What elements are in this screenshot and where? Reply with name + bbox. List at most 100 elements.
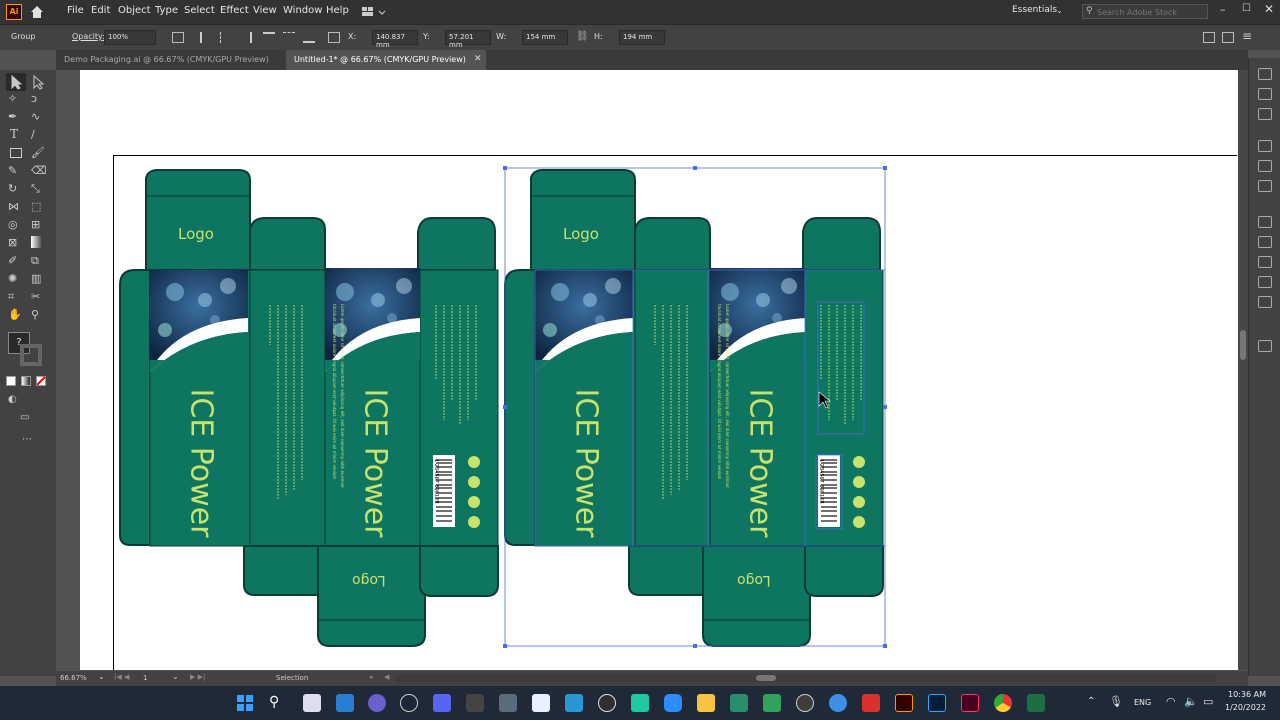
menu-select[interactable]: Select	[184, 5, 215, 16]
align-center-icon[interactable]	[220, 32, 232, 43]
color-mode-buttons[interactable]	[6, 376, 50, 388]
type-tool-icon[interactable]: T	[10, 127, 26, 143]
vertical-scrollbar[interactable]	[1238, 70, 1248, 670]
indesign-icon[interactable]	[961, 694, 979, 712]
curvature-tool-icon[interactable]: ∿	[31, 110, 47, 126]
shaper-tool-icon[interactable]: ✎	[8, 164, 24, 180]
free-transform-tool-icon[interactable]: ⬚	[31, 200, 47, 216]
menu-lines-icon[interactable]: ≡	[1242, 29, 1252, 43]
language-indicator[interactable]: ENG	[1134, 698, 1151, 707]
arrange-documents-icon[interactable]	[362, 6, 386, 18]
scale-tool-icon[interactable]: ⤡	[31, 182, 47, 198]
arrange-panel-icon[interactable]	[1222, 32, 1234, 43]
align-right-icon[interactable]	[240, 32, 252, 43]
swatches-panel-icon[interactable]	[1258, 160, 1272, 172]
excel-icon[interactable]	[1027, 694, 1045, 712]
chevron-down-icon[interactable]: ⌄	[98, 672, 105, 681]
next-artboard-icon[interactable]: ▶ ▶|	[190, 673, 205, 681]
canvas-area[interactable]: Logo Logo ICE Power ICE Power Lorem ipsu…	[56, 70, 1248, 670]
close-icon[interactable]: ✕	[1264, 2, 1274, 16]
store-icon[interactable]	[532, 694, 550, 712]
hand-tool-icon[interactable]: ✋	[8, 308, 24, 324]
paintbrush-tool-icon[interactable]: 🖌	[31, 146, 47, 162]
opacity-field[interactable]: 100%	[104, 30, 156, 45]
eraser-tool-icon[interactable]: ⌫	[31, 164, 47, 180]
line-tool-icon[interactable]: /	[31, 128, 47, 144]
properties-panel-icon[interactable]	[1258, 68, 1272, 80]
wifi-icon[interactable]: ◠	[1166, 695, 1176, 708]
opacity-label[interactable]: Opacity:	[72, 32, 105, 41]
perspective-grid-tool-icon[interactable]: ⊞	[31, 218, 47, 234]
stock-search-input[interactable]	[1097, 6, 1205, 18]
y-field[interactable]: 57.201 mm	[445, 30, 491, 49]
wave-app-icon[interactable]	[565, 694, 583, 712]
align-middle-icon[interactable]	[283, 32, 295, 43]
align-top-icon[interactable]	[263, 32, 275, 43]
brushes-panel-icon[interactable]	[1258, 180, 1272, 192]
symbols-panel-icon[interactable]	[1258, 216, 1272, 228]
clock-date[interactable]: 1/20/2022	[1225, 703, 1266, 712]
stroke-panel-icon[interactable]	[1258, 236, 1272, 248]
align-left-icon[interactable]	[200, 32, 212, 43]
discord-icon[interactable]	[433, 694, 451, 712]
zoom-app-icon[interactable]	[664, 694, 682, 712]
menu-file[interactable]: File	[67, 5, 84, 16]
zoom-level[interactable]: 66.67%	[60, 674, 87, 682]
steam-icon[interactable]	[400, 694, 418, 712]
mesh-tool-icon[interactable]: ⊠	[8, 236, 24, 252]
chromium-icon[interactable]	[829, 694, 847, 712]
gradient-panel-icon[interactable]	[1258, 256, 1272, 268]
panel-options-icon[interactable]	[1203, 32, 1215, 43]
magic-wand-tool-icon[interactable]: ✧	[8, 92, 24, 108]
play-icon[interactable]: ▸	[370, 673, 374, 681]
clock-time[interactable]: 10:36 AM	[1228, 690, 1266, 699]
gamepad-icon[interactable]	[466, 694, 484, 712]
chrome-icon[interactable]	[994, 694, 1012, 712]
pdf-app-icon[interactable]	[862, 694, 880, 712]
menu-help[interactable]: Help	[326, 5, 349, 16]
link-dimensions-icon[interactable]: ⛓	[576, 31, 589, 42]
illustrator-taskbar-icon[interactable]	[895, 694, 913, 712]
windows-start-icon[interactable]	[236, 694, 254, 712]
first-artboard-icon[interactable]: |◀ ◀	[114, 673, 129, 681]
edit-toolbar-icon[interactable]: ⋯	[22, 434, 38, 450]
recolor-icon[interactable]	[172, 32, 184, 43]
chevron-up-icon[interactable]: ⌃	[1087, 696, 1095, 707]
artboard-number[interactable]: 1	[143, 674, 147, 682]
draw-mode-icon[interactable]: ◐	[8, 394, 24, 410]
minimize-icon[interactable]: –	[1220, 3, 1226, 16]
camtasia-3-icon[interactable]	[763, 694, 781, 712]
menu-type[interactable]: Type	[155, 5, 178, 16]
home-icon[interactable]	[30, 5, 44, 19]
status-scroll-left-icon[interactable]: ◀	[384, 673, 389, 681]
color-panel-icon[interactable]	[1258, 140, 1272, 152]
obs-icon[interactable]	[598, 694, 616, 712]
zoom-tool-icon[interactable]: ⚲	[31, 308, 47, 324]
menu-window[interactable]: Window	[283, 5, 322, 16]
transform-icon[interactable]	[328, 32, 340, 43]
browser-icon[interactable]	[796, 694, 814, 712]
photoshop-icon[interactable]	[928, 694, 946, 712]
appearance-panel-icon[interactable]	[1258, 296, 1272, 308]
search-icon[interactable]: ⚲	[269, 694, 287, 712]
width-tool-icon[interactable]: ⋈	[8, 200, 24, 216]
widgets-icon[interactable]	[336, 694, 354, 712]
fill-stroke-swatch[interactable]: ?	[8, 332, 44, 366]
rectangle-tool-icon[interactable]	[10, 148, 22, 158]
horizontal-scrollbar[interactable]	[396, 674, 1216, 682]
rotate-tool-icon[interactable]: ↻	[8, 182, 24, 198]
volume-icon[interactable]: 🔈	[1184, 695, 1198, 708]
task-view-icon[interactable]	[303, 694, 321, 712]
tab-untitled-1[interactable]: Untitled-1* @ 66.67% (CMYK/GPU Preview)	[286, 50, 486, 70]
libraries-panel-icon[interactable]	[1258, 108, 1272, 120]
tab-demo-packaging[interactable]: Demo Packaging.ai @ 66.67% (CMYK/GPU Pre…	[56, 50, 286, 70]
menu-effect[interactable]: Effect	[220, 5, 249, 16]
teams-chat-icon[interactable]	[368, 694, 386, 712]
stock-search-box[interactable]: ⚲	[1082, 4, 1208, 19]
menu-object[interactable]: Object	[118, 5, 151, 16]
pathfinder-panel-icon[interactable]	[1258, 340, 1272, 352]
workspace-switcher[interactable]: Essentials	[1012, 5, 1057, 15]
eyedropper-tool-icon[interactable]: ✐	[8, 254, 24, 270]
gradient-tool-icon[interactable]	[31, 236, 43, 248]
maximize-icon[interactable]: ☐	[1242, 3, 1251, 14]
